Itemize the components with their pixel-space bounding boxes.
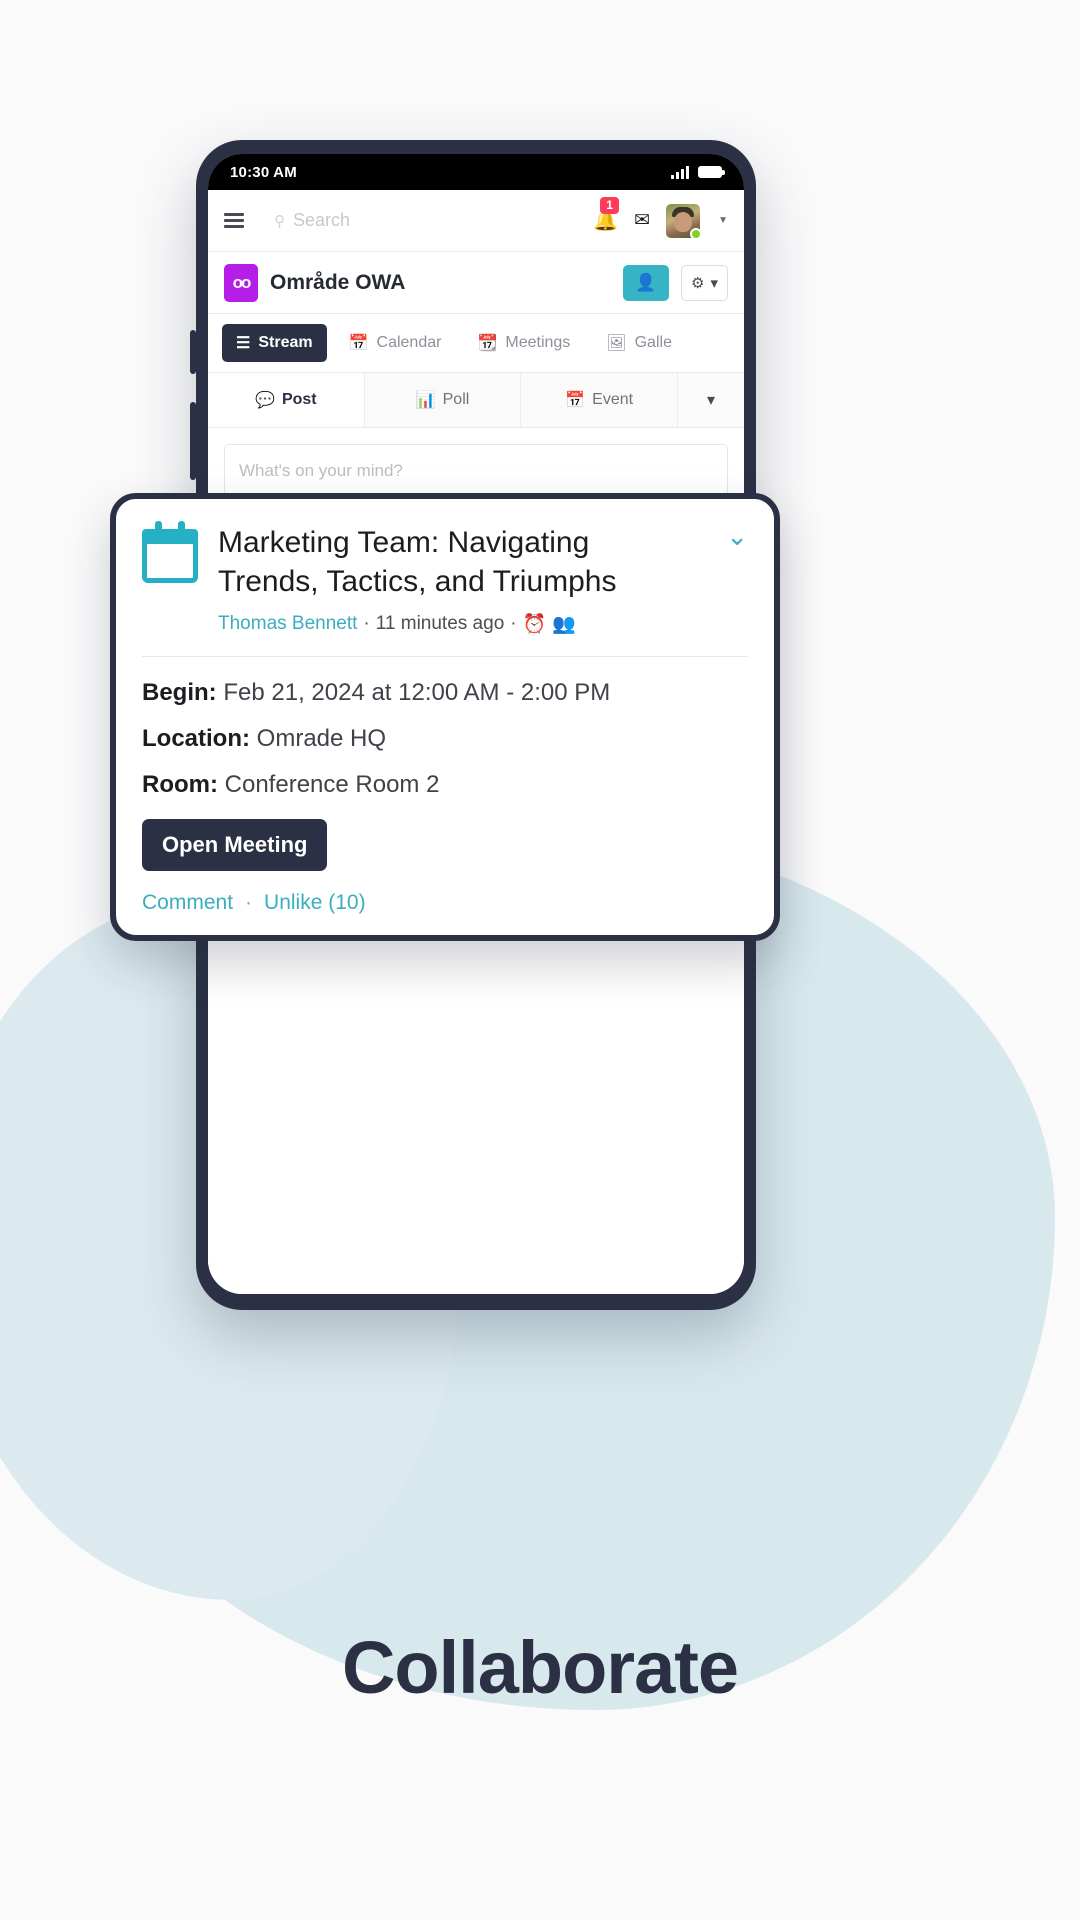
meetings-calendar-icon: 📆: [477, 335, 498, 352]
event-time: 11 minutes ago: [375, 613, 505, 634]
avatar-face: [674, 211, 693, 232]
event-begin-row: Begin: Feb 21, 2024 at 12:00 AM - 2:00 P…: [142, 679, 748, 707]
settings-caret: ▾: [710, 274, 718, 292]
notification-badge: 1: [600, 196, 619, 214]
composer-input[interactable]: What's on your mind?: [224, 444, 728, 498]
composer-tabs: 💬 Post 📊 Poll 📅 Event ▾: [208, 373, 744, 428]
promo-screenshot: 10:30 AM ⚲ Search 🔔 1 ✉ ▼ oo Område OWA …: [0, 0, 1080, 1920]
phone-button-mute: [190, 330, 196, 374]
chevron-down-icon: ▾: [707, 392, 716, 409]
stream-icon: ☰: [236, 335, 251, 352]
space-header: oo Område OWA 👤 ⚙ ▾: [208, 252, 744, 314]
event-meta-sep: ·: [363, 613, 370, 634]
unlike-link[interactable]: Unlike (10): [264, 891, 366, 915]
members-add-icon[interactable]: 👤: [623, 264, 670, 301]
group-people-icon: 👥: [552, 614, 576, 635]
event-room-label: Room:: [142, 771, 218, 798]
tab-stream[interactable]: ☰ Stream: [222, 324, 327, 362]
status-icons: [671, 165, 725, 179]
avatar[interactable]: [666, 203, 703, 240]
event-room-value: Conference Room 2: [224, 771, 440, 798]
calendar-icon: 📅: [348, 335, 369, 352]
event-location-value: Omrade HQ: [256, 725, 387, 752]
event-location-label: Location:: [142, 725, 250, 752]
composer-tab-event[interactable]: 📅 Event: [521, 373, 679, 427]
event-card-header: Marketing Team: Navigating Trends, Tacti…: [142, 521, 748, 636]
comment-bubble-icon: 💬: [255, 392, 275, 409]
clock-icon: ⏰: [522, 614, 547, 635]
composer-tab-poll[interactable]: 📊 Poll: [364, 373, 522, 427]
tab-calendar-label: Calendar: [376, 334, 442, 351]
search-placeholder: Search: [293, 210, 351, 230]
event-card-actions: Comment · Unlike (10): [142, 891, 748, 915]
gear-icon: ⚙: [691, 274, 705, 292]
composer-tab-more[interactable]: ▾: [678, 373, 744, 427]
event-title: Marketing Team: Navigating Trends, Tacti…: [218, 526, 617, 598]
calendar-pin-left: [155, 521, 162, 533]
app-top-bar: ⚲ Search 🔔 1 ✉ ▼: [208, 190, 744, 252]
status-time: 10:30 AM: [230, 163, 297, 181]
calendar-event-icon: 📅: [565, 392, 586, 409]
open-meeting-button[interactable]: Open Meeting: [142, 819, 328, 871]
search-input[interactable]: ⚲ Search: [274, 210, 593, 231]
chevron-down-icon[interactable]: ▼: [718, 215, 728, 226]
event-meta-sep2: ·: [510, 613, 517, 634]
composer-tab-event-label: Event: [592, 391, 634, 408]
event-room-row: Room: Conference Room 2: [142, 771, 748, 799]
phone-button-volume-up: [190, 402, 196, 480]
tab-gallery[interactable]: 🖼 Galle: [592, 324, 686, 362]
space-logo: oo: [224, 263, 258, 302]
online-status-dot: [690, 227, 703, 240]
composer-tab-poll-label: Poll: [442, 391, 470, 408]
status-bar: 10:30 AM: [208, 154, 744, 190]
space-settings-button[interactable]: ⚙ ▾: [681, 264, 728, 301]
event-detail-card: Marketing Team: Navigating Trends, Tacti…: [110, 493, 780, 941]
top-bar-icons: 🔔 1 ✉ ▼: [593, 196, 728, 240]
tab-stream-label: Stream: [258, 334, 313, 351]
comment-link[interactable]: Comment: [142, 891, 233, 915]
event-card-divider: [142, 656, 748, 657]
event-author[interactable]: Thomas Bennett: [218, 613, 357, 635]
bell-icon[interactable]: 🔔 1: [593, 196, 619, 231]
event-begin-label: Begin:: [142, 679, 217, 706]
action-separator: ·: [245, 891, 253, 914]
calendar-teal-icon: [142, 521, 198, 583]
battery-icon: [698, 166, 725, 178]
signal-bars-icon: [671, 165, 689, 179]
bar-chart-icon: 📊: [415, 392, 436, 409]
tab-meetings[interactable]: 📆 Meetings: [463, 324, 584, 362]
search-icon: ⚲: [274, 212, 285, 230]
gallery-image-icon: 🖼: [606, 335, 627, 352]
chevron-down-icon[interactable]: ⌄: [712, 523, 748, 549]
tab-meetings-label: Meetings: [505, 334, 571, 351]
hamburger-menu-icon[interactable]: [224, 213, 244, 228]
space-nav-tabs: ☰ Stream 📅 Calendar 📆 Meetings 🖼 Galle: [208, 314, 744, 373]
event-begin-value: Feb 21, 2024 at 12:00 AM - 2:00 PM: [223, 679, 611, 706]
event-meta: Thomas Bennett · 11 minutes ago · ⏰ 👥: [218, 612, 692, 636]
promo-caption: Collaborate: [341, 1626, 739, 1709]
event-location-row: Location: Omrade HQ: [142, 725, 748, 753]
envelope-icon[interactable]: ✉: [634, 209, 650, 232]
composer-placeholder: What's on your mind?: [239, 461, 403, 480]
calendar-pin-right: [178, 521, 185, 533]
composer-tab-post[interactable]: 💬 Post: [208, 373, 365, 427]
composer-tab-post-label: Post: [281, 391, 317, 408]
tab-gallery-label: Galle: [634, 334, 672, 351]
space-title: Område OWA: [270, 270, 406, 294]
tab-calendar[interactable]: 📅 Calendar: [335, 324, 456, 362]
